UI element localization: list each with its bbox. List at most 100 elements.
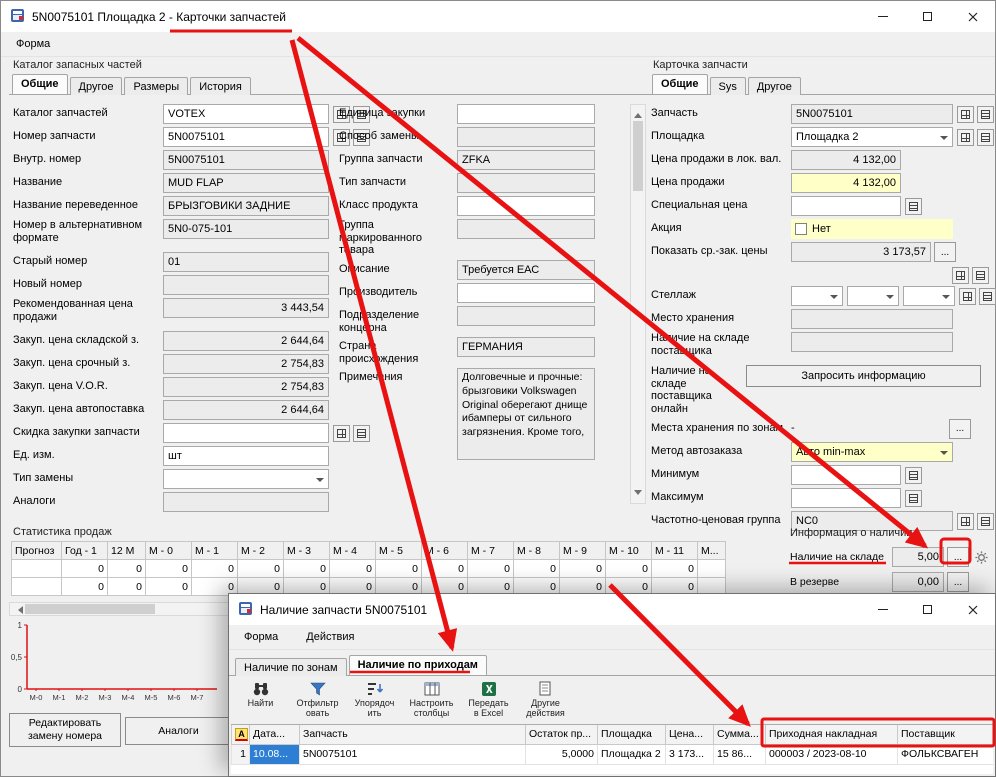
text-input[interactable]: VOTEX — [163, 104, 329, 124]
ellipsis-button[interactable]: ... — [949, 419, 971, 439]
close-button[interactable] — [950, 1, 995, 32]
text-input[interactable] — [457, 104, 595, 124]
calculator-button[interactable] — [905, 198, 922, 215]
minimize-button[interactable] — [860, 1, 905, 32]
text-input[interactable] — [791, 465, 901, 485]
field-row: ОписаниеТребуется ЕАС — [339, 260, 607, 280]
minimize-button[interactable] — [860, 594, 905, 625]
field-label: Площадка — [651, 127, 791, 143]
grid-select-button[interactable] — [959, 288, 976, 305]
field-value: БРЫЗГОВИКИ ЗАДНИЕ — [163, 196, 329, 216]
column-header[interactable]: Приходная накладная — [766, 725, 898, 744]
text-input[interactable]: шт — [163, 446, 329, 466]
text-input[interactable] — [791, 196, 901, 216]
ellipsis-button[interactable]: ... — [934, 242, 956, 262]
request-info-button[interactable]: Запросить информацию — [746, 365, 981, 387]
gear-icon[interactable] — [972, 548, 990, 566]
calculator-button[interactable] — [905, 467, 922, 484]
column-header[interactable]: Поставщик — [898, 725, 994, 744]
column-header[interactable]: Цена... — [666, 725, 714, 744]
field-row: Страна происхожденияГЕРМАНИЯ — [339, 337, 607, 365]
card-tab-0[interactable]: Общие — [652, 74, 708, 94]
table-cell[interactable]: 5,0000 — [526, 744, 598, 764]
card-select-button[interactable] — [977, 129, 994, 146]
close-icon — [968, 12, 978, 22]
table-cell[interactable]: 15 86... — [714, 744, 766, 764]
text-input[interactable] — [457, 283, 595, 303]
card-tab-2[interactable]: Другое — [748, 77, 801, 95]
maximize-button[interactable] — [905, 1, 950, 32]
scroll-up-icon[interactable] — [631, 105, 645, 120]
shelf-combo-1[interactable] — [791, 286, 843, 306]
popup-tab-0[interactable]: Наличие по зонам — [235, 658, 347, 676]
ellipsis-button[interactable]: ... — [947, 547, 969, 567]
edit-replacement-button[interactable]: Редактировать замену номера — [9, 713, 121, 747]
svg-text:0: 0 — [18, 685, 23, 694]
card-select-button[interactable] — [979, 288, 996, 305]
popup-menu-item-1[interactable]: Действия — [302, 629, 358, 645]
field-label: Закуп. цена автопоставка — [13, 400, 163, 416]
column-header[interactable]: Запчасть — [300, 725, 526, 744]
hscroll-thumb[interactable] — [25, 604, 155, 614]
text-input[interactable] — [457, 196, 595, 216]
scroll-left-icon[interactable] — [10, 603, 24, 615]
dropdown[interactable]: Авто min-max — [791, 442, 953, 462]
table-cell[interactable]: 5N0075101 — [300, 744, 526, 764]
toolbar-actions-button[interactable]: Другиедействия — [518, 678, 573, 724]
toolbar-sort-button[interactable]: Упорядочить — [347, 678, 402, 724]
dropdown[interactable] — [163, 469, 329, 489]
field-value[interactable]: 4 132,00 — [791, 173, 901, 193]
table-cell[interactable]: 000003 / 2023-08-10 — [766, 744, 898, 764]
maximize-button[interactable] — [905, 594, 950, 625]
toolbar-columns-button[interactable]: Настроитьстолбцы — [404, 678, 459, 724]
analogs-button[interactable]: Аналоги — [125, 717, 232, 745]
column-header[interactable]: Дата... — [250, 725, 300, 744]
table-cell[interactable]: 3 173... — [666, 744, 714, 764]
text-input[interactable]: 5N0075101 — [163, 127, 329, 147]
shelf-combo-2[interactable] — [847, 286, 899, 306]
table-cell[interactable]: ФОЛЬКСВАГЕН — [898, 744, 994, 764]
column-header[interactable]: Сумма... — [714, 725, 766, 744]
field-label: Производитель — [339, 283, 457, 299]
calculator-button[interactable] — [905, 490, 922, 507]
field-row: Производитель — [339, 283, 607, 303]
catalog-tab-2[interactable]: Размеры — [124, 77, 188, 95]
field-row: Группа маркированного товара — [339, 219, 607, 257]
grid-select-button[interactable] — [952, 267, 969, 284]
marker-column-header[interactable]: A — [232, 725, 250, 744]
column-header[interactable]: Площадка — [598, 725, 666, 744]
table-cell[interactable]: 10.08... — [250, 744, 300, 764]
catalog-scrollbar[interactable] — [630, 104, 646, 504]
stats-cell: 0 — [108, 578, 146, 596]
column-header[interactable]: Остаток пр... — [526, 725, 598, 744]
scroll-thumb[interactable] — [633, 121, 643, 191]
maximize-icon — [923, 12, 932, 21]
dropdown[interactable]: Площадка 2 — [791, 127, 953, 147]
popup-menu-item-0[interactable]: Форма — [240, 629, 282, 645]
checkbox[interactable] — [795, 223, 807, 235]
catalog-tab-1[interactable]: Другое — [70, 77, 123, 95]
toolbar-filter-button[interactable]: Отфильтровать — [290, 678, 345, 724]
field-text: шт — [168, 450, 182, 462]
card-select-button[interactable] — [977, 106, 994, 123]
menu-item-0[interactable]: Форма — [12, 36, 54, 52]
grid-select-button[interactable] — [957, 106, 974, 123]
catalog-tab-3[interactable]: История — [190, 77, 251, 95]
popup-tabs: Наличие по зонамНаличие по приходам — [229, 654, 995, 676]
toolbar-excel-button[interactable]: Передатьв Excel — [461, 678, 516, 724]
field-label: Группа маркированного товара — [339, 219, 457, 257]
shelf-combo-3[interactable] — [903, 286, 955, 306]
card-select-button[interactable] — [972, 267, 989, 284]
toolbar-binoculars-button[interactable]: Найти — [233, 678, 288, 724]
close-button[interactable] — [950, 594, 995, 625]
ellipsis-button[interactable]: ... — [947, 572, 969, 592]
table-row[interactable]: 110.08...5N00751015,0000Площадка 23 173.… — [232, 744, 994, 764]
grid-select-button[interactable] — [957, 129, 974, 146]
text-input[interactable] — [163, 423, 329, 443]
catalog-tab-0[interactable]: Общие — [12, 74, 68, 94]
scroll-down-icon[interactable] — [631, 488, 645, 503]
card-tab-1[interactable]: Sys — [710, 77, 746, 95]
table-cell[interactable]: Площадка 2 — [598, 744, 666, 764]
popup-tab-1[interactable]: Наличие по приходам — [349, 655, 487, 675]
text-input[interactable] — [791, 488, 901, 508]
